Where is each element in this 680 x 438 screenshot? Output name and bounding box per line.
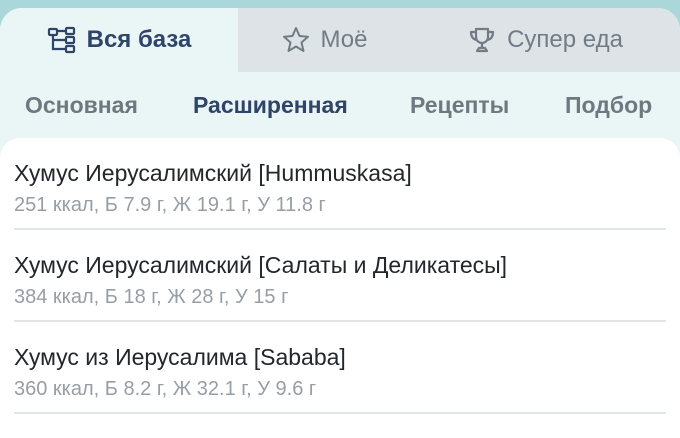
subtab-recipes[interactable]: Рецепты <box>410 92 509 119</box>
tab-mine-label: Моё <box>320 26 368 53</box>
subtab-extended[interactable]: Расширенная <box>193 92 348 119</box>
star-icon <box>281 25 311 55</box>
subtab-selection[interactable]: Подбор <box>565 92 652 119</box>
item-title: Хумус Иерусалимский [Салаты и Деликатесы… <box>14 252 508 278</box>
item-nutrition: 360 ккал, Б 8.2 г, Ж 32.1 г, У 9.6 г <box>14 378 317 400</box>
list-item[interactable]: Хумус Иерусалимский [Hummuskasa] 251 кка… <box>14 138 666 230</box>
tab-mine[interactable]: Моё <box>238 8 410 72</box>
item-nutrition: 251 ккал, Б 7.9 г, Ж 19.1 г, У 11.8 г <box>14 194 326 216</box>
food-list: Хумус Иерусалимский [Hummuskasa] 251 кка… <box>0 138 680 438</box>
top-tab-bar: Вся база Моё Супер еда <box>0 8 680 72</box>
list-item[interactable]: Хумус из Иерусалима [Sababa] 360 ккал, Б… <box>14 322 666 414</box>
tab-super-food[interactable]: Супер еда <box>410 8 680 72</box>
item-nutrition: 384 ккал, Б 18 г, Ж 28 г, У 15 г <box>14 286 289 308</box>
tab-all-database[interactable]: Вся база <box>0 8 238 72</box>
item-title: Хумус Иерусалимский [Hummuskasa] <box>14 160 412 186</box>
list-item[interactable]: Хумус Иерусалимский [Салаты и Деликатесы… <box>14 230 666 322</box>
tab-all-database-label: Вся база <box>86 26 192 53</box>
app-window: Вся база Моё Супер еда Основная Расширен… <box>0 8 680 438</box>
item-title: Хумус из Иерусалима [Sababa] <box>14 344 346 370</box>
trophy-icon <box>467 25 497 55</box>
subtab-basic[interactable]: Основная <box>25 92 138 119</box>
tab-super-food-label: Супер еда <box>507 26 623 53</box>
hierarchy-icon <box>47 25 77 55</box>
